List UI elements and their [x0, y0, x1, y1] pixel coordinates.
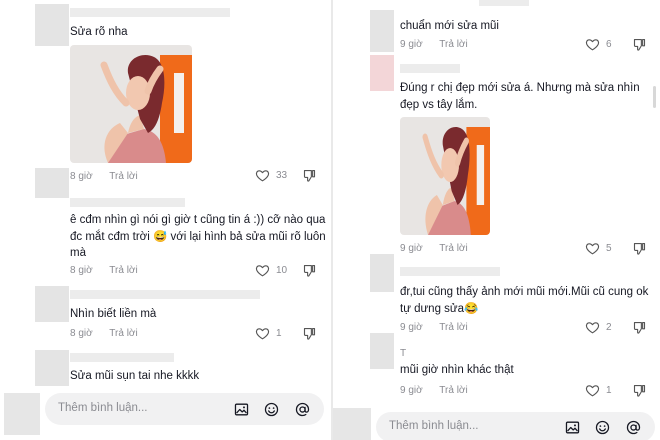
comment-input[interactable]: Thêm bình luận... — [376, 412, 655, 440]
thumbs-down-icon[interactable] — [632, 383, 647, 398]
comment-input-placeholder: Thêm bình luận... — [389, 420, 479, 432]
image-icon[interactable] — [233, 401, 250, 418]
comment-input[interactable]: Thêm bình luận... — [45, 393, 324, 425]
at-icon[interactable] — [625, 419, 642, 436]
comment-text: Sửa rõ nha — [70, 26, 128, 38]
emoji-icon[interactable] — [263, 401, 280, 418]
at-icon[interactable] — [294, 401, 311, 418]
reply-button[interactable]: Trả lời — [439, 385, 467, 396]
avatar[interactable] — [35, 168, 69, 198]
comment-text: đr,tui cũng thấy ảnh mới mũi mới.Mũi cũ … — [400, 286, 649, 315]
heart-outline-icon — [585, 320, 600, 335]
comment-time: 9 giờ — [400, 322, 423, 333]
comment-meta: 8 giờ Trả lời — [70, 328, 152, 339]
comment-photo[interactable] — [400, 117, 490, 235]
avatar[interactable] — [370, 55, 394, 91]
avatar — [333, 408, 371, 440]
like-button[interactable]: 2 — [585, 320, 612, 335]
comments-panel-left: Sửa rõ nha 8 giờ Trả lời 33 ê cđm nhìn g… — [0, 0, 331, 440]
like-button[interactable]: 1 — [255, 326, 282, 341]
comment-meta: 8 giờ Trả lời — [70, 171, 152, 182]
like-button[interactable]: 5 — [585, 241, 612, 256]
reply-button[interactable]: Trả lời — [109, 265, 137, 276]
reply-button[interactable]: Trả lời — [439, 39, 467, 50]
thumbs-down-icon[interactable] — [302, 326, 317, 341]
like-count: 1 — [276, 328, 282, 339]
avatar — [4, 393, 40, 435]
avatar[interactable] — [370, 254, 394, 292]
thumbs-down-icon[interactable] — [632, 37, 647, 52]
comment-text: ê cđm nhìn gì nói gì giờ t cũng tin á :)… — [70, 214, 326, 259]
emoji-icon[interactable] — [594, 419, 611, 436]
username-redacted — [70, 290, 260, 299]
like-button[interactable]: 6 — [585, 37, 612, 52]
comments-panel-right: chuẩn mới sửa mũi 9 giờ Trả lời 6 Đúng r… — [333, 0, 660, 440]
comment-username[interactable]: T — [400, 348, 406, 359]
username-redacted — [70, 198, 185, 207]
scrollbar[interactable] — [653, 86, 656, 108]
image-icon[interactable] — [564, 419, 581, 436]
like-count: 10 — [276, 265, 288, 276]
comment-time: 8 giờ — [70, 265, 93, 276]
like-button[interactable]: 33 — [255, 168, 287, 183]
like-count: 1 — [606, 385, 612, 396]
comment-text: Sửa mũi sụn tai nhe kkkk — [70, 370, 200, 382]
thumbs-down-icon[interactable] — [632, 241, 647, 256]
comment-time: 9 giờ — [400, 385, 423, 396]
username-redacted — [70, 353, 174, 362]
like-button[interactable]: 1 — [585, 383, 612, 398]
comment-meta: 9 giờ Trả lời — [400, 322, 482, 333]
thumbs-down-icon[interactable] — [632, 320, 647, 335]
reply-button[interactable]: Trả lời — [109, 171, 137, 182]
comment-meta: 9 giờ Trả lời — [400, 39, 482, 50]
reply-button[interactable]: Trả lời — [109, 328, 137, 339]
like-count: 33 — [276, 170, 288, 181]
comment-time: 9 giờ — [400, 39, 423, 50]
avatar[interactable] — [370, 10, 394, 52]
heart-outline-icon — [585, 241, 600, 256]
heart-outline-icon — [585, 383, 600, 398]
comment-time: 9 giờ — [400, 243, 423, 254]
username-redacted — [400, 267, 500, 276]
thumbs-down-icon[interactable] — [302, 168, 317, 183]
avatar[interactable] — [35, 350, 69, 386]
comment-text: mũi giờ nhìn khác thật — [400, 364, 514, 376]
heart-outline-icon — [255, 263, 270, 278]
comment-text: chuẩn mới sửa mũi — [400, 20, 499, 32]
username-redacted — [479, 0, 529, 6]
comment-input-placeholder: Thêm bình luận... — [58, 402, 148, 414]
reply-button[interactable]: Trả lời — [439, 322, 467, 333]
comment-text: Đúng r chị đẹp mới sửa á. Nhưng mà sửa n… — [400, 82, 640, 111]
like-count: 6 — [606, 39, 612, 50]
comment-meta: 9 giờ Trả lời — [400, 243, 482, 254]
thumbs-down-icon[interactable] — [302, 263, 317, 278]
avatar[interactable] — [370, 333, 394, 369]
username-redacted — [400, 64, 460, 73]
like-count: 2 — [606, 322, 612, 333]
reply-button[interactable]: Trả lời — [439, 243, 467, 254]
avatar[interactable] — [35, 286, 69, 322]
heart-outline-icon — [255, 326, 270, 341]
like-count: 5 — [606, 243, 612, 254]
heart-outline-icon — [585, 37, 600, 52]
comment-time: 8 giờ — [70, 171, 93, 182]
avatar[interactable] — [35, 4, 69, 46]
comment-time: 8 giờ — [70, 328, 93, 339]
comment-meta: 8 giờ Trả lời — [70, 265, 152, 276]
like-button[interactable]: 10 — [255, 263, 287, 278]
heart-outline-icon — [255, 168, 270, 183]
comment-meta: 9 giờ Trả lời — [400, 385, 482, 396]
comment-photo[interactable] — [70, 45, 192, 163]
username-redacted — [70, 8, 230, 17]
comment-text: Nhìn biết liền mà — [70, 308, 157, 320]
